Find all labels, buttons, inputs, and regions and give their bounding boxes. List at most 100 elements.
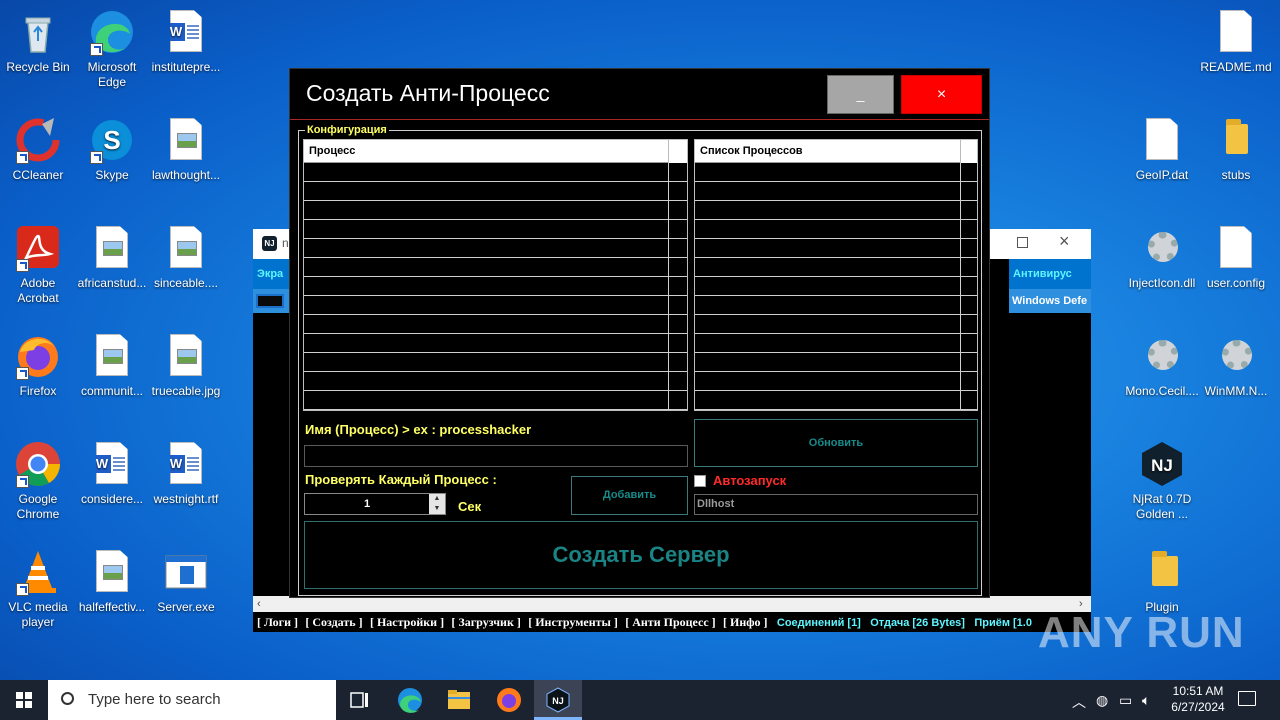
exe-window-icon	[162, 548, 210, 596]
file-icon-institutepre[interactable]: W institutepre...	[148, 8, 224, 75]
taskbar-edge[interactable]	[386, 680, 434, 720]
skype-icon: S	[88, 116, 136, 164]
file-icon-halfeffectiv[interactable]: halfeffectiv...	[74, 548, 150, 615]
column-header-screen[interactable]: Экра	[253, 259, 289, 289]
file-icon-africanstud[interactable]: africanstud...	[74, 224, 150, 291]
list-rows	[695, 163, 977, 410]
status-menu-bar: [ Логи ] [ Создать ] [ Настройки ] [ Заг…	[253, 612, 1091, 632]
minimize-button[interactable]: _	[827, 75, 894, 114]
icon-label: CCleaner	[12, 168, 64, 182]
process-list[interactable]: Процесс	[303, 139, 688, 411]
refresh-button[interactable]: Обновить	[694, 419, 978, 467]
njrat-icon: NJ	[1138, 440, 1186, 488]
stepper-up-icon[interactable]: ▲	[429, 494, 445, 504]
file-icon-considere[interactable]: W considere...	[74, 440, 150, 507]
autostart-name-input[interactable]: Dllhost	[694, 494, 978, 515]
status-download: Приём [1.0	[974, 617, 1032, 629]
icon-label: Skype	[95, 168, 129, 182]
taskbar-clock[interactable]: 10:51 AM 6/27/2024	[1160, 683, 1236, 715]
start-button[interactable]	[0, 680, 48, 720]
menu-loader[interactable]: [ Загрузчик ]	[451, 615, 520, 629]
taskbar-njrat[interactable]: NJ	[534, 680, 582, 720]
interval-stepper[interactable]: 1 ▲ ▼	[304, 493, 446, 515]
tray-security-icon[interactable]: ◍	[1096, 692, 1108, 709]
chrome-shortcut[interactable]: Google Chrome	[0, 440, 76, 522]
volume-icon[interactable]: 🔈︎	[1142, 692, 1150, 709]
autostart-label: Автозапуск	[713, 473, 787, 488]
ccleaner-icon	[14, 116, 62, 164]
column-header-process[interactable]: Процесс	[304, 140, 668, 163]
maximize-icon[interactable]	[1017, 237, 1028, 248]
close-button[interactable]: ×	[901, 75, 982, 114]
column-header-antivirus[interactable]: Антивирус	[1009, 259, 1091, 289]
horizontal-scrollbar[interactable]: ‹ ›	[253, 596, 1091, 612]
firefox-shortcut[interactable]: Firefox	[0, 332, 76, 399]
folder-icon	[448, 690, 470, 709]
taskbar-file-explorer[interactable]	[435, 680, 483, 720]
vlc-cone-icon	[14, 548, 62, 596]
tray-overflow-icon[interactable]: ︿	[1072, 692, 1086, 712]
skype-shortcut[interactable]: S Skype	[74, 116, 150, 183]
recycle-bin-icon	[14, 8, 62, 56]
windows-logo-icon	[16, 692, 32, 708]
close-icon[interactable]: ×	[1059, 231, 1070, 252]
group-label: Конфигурация	[305, 123, 389, 137]
file-icon-readme[interactable]: README.md	[1198, 8, 1274, 75]
njrat-shortcut[interactable]: NJ NjRat 0.7D Golden ...	[1124, 440, 1200, 522]
create-server-button[interactable]: Создать Сервер	[304, 521, 978, 589]
stepper-down-icon[interactable]: ▼	[429, 504, 445, 514]
taskbar-firefox[interactable]	[485, 680, 533, 720]
ccleaner-shortcut[interactable]: CCleaner	[0, 116, 76, 183]
icon-label: NjRat 0.7D Golden ...	[1132, 492, 1192, 521]
network-icon[interactable]: ▭	[1119, 692, 1132, 709]
search-placeholder: Type here to search	[88, 691, 221, 708]
taskbar-search-box[interactable]: Type here to search	[48, 680, 336, 720]
vlc-shortcut[interactable]: VLC media player	[0, 548, 76, 630]
icon-label: Firefox	[19, 384, 57, 398]
column-header-process-list[interactable]: Список Процессов	[695, 140, 960, 163]
menu-anti-process[interactable]: [ Анти Процесс ]	[625, 615, 715, 629]
scroll-left-icon[interactable]: ‹	[257, 596, 261, 612]
menu-settings[interactable]: [ Настройки ]	[370, 615, 444, 629]
notification-button[interactable]	[1238, 691, 1256, 706]
menu-tools[interactable]: [ Инструменты ]	[528, 615, 618, 629]
edge-icon	[398, 688, 422, 713]
file-icon-sinceable[interactable]: sinceable....	[148, 224, 224, 291]
file-icon-winmm[interactable]: WinMM.N...	[1198, 332, 1274, 399]
shortcut-arrow-icon	[16, 583, 29, 596]
icon-label: Google Chrome	[16, 492, 60, 521]
add-button[interactable]: Добавить	[571, 476, 688, 515]
column-divider	[668, 163, 669, 410]
file-icon-user-config[interactable]: user.config	[1198, 224, 1274, 291]
menu-logs[interactable]: [ Логи ]	[257, 615, 298, 629]
window-title: n	[282, 236, 289, 250]
title-separator	[290, 119, 989, 120]
running-process-list[interactable]: Список Процессов	[694, 139, 978, 411]
file-icon-communit[interactable]: communit...	[74, 332, 150, 399]
recycle-bin-shortcut[interactable]: Recycle Bin	[0, 8, 76, 75]
edge-shortcut[interactable]: Microsoft Edge	[74, 8, 150, 90]
text-file-icon	[1220, 226, 1252, 268]
file-icon-geoip[interactable]: GeoIP.dat	[1124, 116, 1200, 183]
menu-create[interactable]: [ Создать ]	[305, 615, 362, 629]
folder-plugin[interactable]: Plugin	[1124, 548, 1200, 615]
status-upload: Отдача [26 Bytes]	[870, 617, 965, 629]
icon-label: Adobe Acrobat	[17, 276, 59, 305]
file-icon-mono-cecil[interactable]: Mono.Cecil....	[1124, 332, 1200, 399]
svg-text:NJ: NJ	[552, 696, 564, 706]
process-name-input[interactable]	[304, 445, 688, 467]
folder-stubs[interactable]: stubs	[1198, 116, 1274, 183]
file-icon-injecticon[interactable]: InjectIcon.dll	[1124, 224, 1200, 291]
file-icon-lawthought[interactable]: lawthought...	[148, 116, 224, 183]
icon-label: westnight.rtf	[153, 492, 219, 506]
menu-info[interactable]: [ Инфо ]	[723, 615, 768, 629]
file-icon-westnight[interactable]: W westnight.rtf	[148, 440, 224, 507]
image-file-icon	[170, 118, 202, 160]
task-view-button[interactable]	[336, 680, 384, 720]
acrobat-shortcut[interactable]: Adobe Acrobat	[0, 224, 76, 306]
autostart-checkbox[interactable]	[694, 475, 706, 487]
file-icon-server-exe[interactable]: Server.exe	[148, 548, 224, 615]
file-icon-truecable[interactable]: truecable.jpg	[148, 332, 224, 399]
icon-label: VLC media player	[8, 600, 68, 629]
table-row-selected[interactable]	[253, 289, 289, 313]
